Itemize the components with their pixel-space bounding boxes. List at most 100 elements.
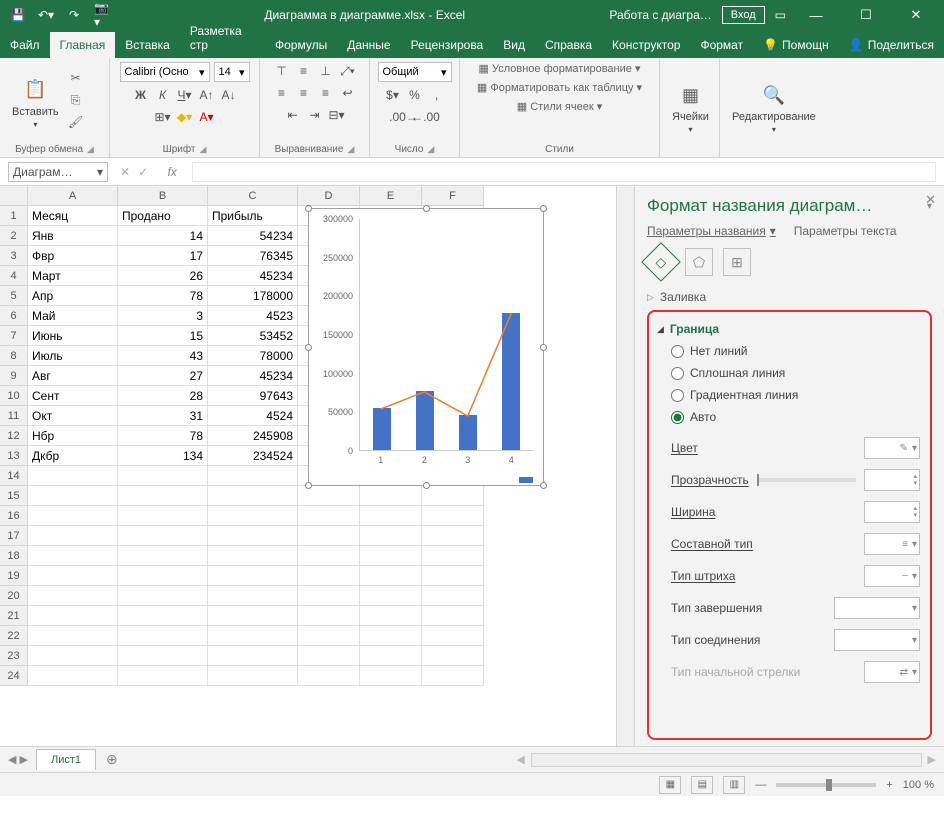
zoom-slider[interactable] bbox=[776, 783, 876, 787]
cell[interactable] bbox=[28, 586, 118, 606]
cell[interactable] bbox=[28, 546, 118, 566]
fill-line-icon[interactable]: ◇ bbox=[641, 242, 681, 282]
normal-view-icon[interactable]: ▦ bbox=[659, 776, 681, 794]
minimize-button[interactable]: — bbox=[796, 8, 836, 23]
cell[interactable] bbox=[208, 626, 298, 646]
cell[interactable] bbox=[28, 466, 118, 486]
cell[interactable] bbox=[208, 466, 298, 486]
tab-home[interactable]: Главная bbox=[50, 32, 116, 58]
align-center-icon[interactable]: ≡ bbox=[295, 84, 313, 102]
cell[interactable] bbox=[422, 486, 484, 506]
cell-styles-button[interactable]: ▦ Стили ячеек ▾ bbox=[517, 100, 603, 113]
cell[interactable] bbox=[208, 526, 298, 546]
row-header[interactable]: 8 bbox=[0, 346, 28, 366]
cell[interactable] bbox=[118, 626, 208, 646]
tab-view[interactable]: Вид bbox=[493, 32, 535, 58]
font-name-select[interactable]: Calibri (Осно▾ bbox=[120, 62, 210, 82]
row-header[interactable]: 18 bbox=[0, 546, 28, 566]
select-all-corner[interactable] bbox=[0, 186, 28, 206]
dash-select[interactable]: ┄ bbox=[864, 565, 920, 587]
cell[interactable]: Сент bbox=[28, 386, 118, 406]
signin-button[interactable]: Вход bbox=[722, 6, 765, 24]
share-button[interactable]: 👤 Поделиться bbox=[839, 32, 944, 58]
bold-button[interactable]: Ж bbox=[132, 86, 150, 104]
fill-color-button[interactable]: ◆▾ bbox=[176, 108, 194, 126]
cell[interactable]: 17 bbox=[118, 246, 208, 266]
tab-layout[interactable]: Разметка стр bbox=[180, 18, 265, 58]
radio-no-line[interactable]: Нет линий bbox=[671, 344, 920, 358]
row-header[interactable]: 13 bbox=[0, 446, 28, 466]
cells-button[interactable]: ▦Ячейки▾ bbox=[668, 77, 713, 138]
compound-select[interactable]: ≡ bbox=[864, 533, 920, 555]
row-header[interactable]: 24 bbox=[0, 666, 28, 686]
cell[interactable] bbox=[360, 486, 422, 506]
row-header[interactable]: 12 bbox=[0, 426, 28, 446]
cell[interactable]: 3 bbox=[118, 306, 208, 326]
cell[interactable] bbox=[360, 626, 422, 646]
radio-gradient-line[interactable]: Градиентная линия bbox=[671, 388, 920, 402]
cell[interactable] bbox=[28, 526, 118, 546]
cell[interactable]: 78 bbox=[118, 426, 208, 446]
shrink-font-icon[interactable]: A↓ bbox=[220, 86, 238, 104]
cell[interactable]: Продано bbox=[118, 206, 208, 226]
cell[interactable] bbox=[208, 506, 298, 526]
col-header[interactable]: C bbox=[208, 186, 298, 206]
cell[interactable] bbox=[298, 566, 360, 586]
row-header[interactable]: 23 bbox=[0, 646, 28, 666]
tab-format[interactable]: Формат bbox=[690, 32, 753, 58]
cell[interactable] bbox=[360, 606, 422, 626]
embedded-chart[interactable]: 050000100000150000200000250000300000 123… bbox=[308, 208, 544, 486]
row-header[interactable]: 1 bbox=[0, 206, 28, 226]
undo-icon[interactable]: ↶▾ bbox=[38, 7, 54, 23]
cell[interactable]: Месяц bbox=[28, 206, 118, 226]
font-size-select[interactable]: 14▾ bbox=[214, 62, 250, 82]
horizontal-scrollbar[interactable] bbox=[531, 753, 922, 767]
cell[interactable]: 26 bbox=[118, 266, 208, 286]
cancel-formula-icon[interactable]: ✕ bbox=[120, 165, 130, 179]
cell[interactable]: Июль bbox=[28, 346, 118, 366]
cell[interactable] bbox=[28, 626, 118, 646]
cell[interactable]: 4524 bbox=[208, 406, 298, 426]
tellme-button[interactable]: 💡 Помощн bbox=[753, 32, 839, 58]
cell[interactable]: Апр bbox=[28, 286, 118, 306]
row-header[interactable]: 6 bbox=[0, 306, 28, 326]
cell[interactable]: 53452 bbox=[208, 326, 298, 346]
tab-help[interactable]: Справка bbox=[535, 32, 602, 58]
cell[interactable]: 178000 bbox=[208, 286, 298, 306]
section-fill[interactable]: ▷Заливка bbox=[647, 286, 932, 308]
cell[interactable] bbox=[360, 586, 422, 606]
cell[interactable]: 45234 bbox=[208, 366, 298, 386]
cell[interactable] bbox=[422, 566, 484, 586]
orientation-icon[interactable]: ⤢▾ bbox=[339, 62, 357, 80]
cell[interactable] bbox=[422, 586, 484, 606]
percent-icon[interactable]: % bbox=[406, 86, 424, 104]
cell[interactable] bbox=[118, 646, 208, 666]
save-icon[interactable]: 💾 bbox=[10, 7, 26, 23]
cell[interactable] bbox=[422, 506, 484, 526]
width-input[interactable] bbox=[864, 501, 920, 523]
pane-close-icon[interactable]: ✕ bbox=[925, 192, 936, 208]
tab-design[interactable]: Конструктор bbox=[602, 32, 690, 58]
cell[interactable] bbox=[208, 586, 298, 606]
cell[interactable] bbox=[118, 606, 208, 626]
align-top-icon[interactable]: ⊤ bbox=[273, 62, 291, 80]
new-sheet-button[interactable]: ⊕ bbox=[96, 751, 128, 768]
italic-button[interactable]: К bbox=[154, 86, 172, 104]
cell[interactable] bbox=[28, 606, 118, 626]
worksheet[interactable]: 123456789101112131415161718192021222324 … bbox=[0, 186, 616, 746]
ribbon-options-icon[interactable]: ▭ bbox=[775, 8, 786, 22]
cell[interactable]: Май bbox=[28, 306, 118, 326]
cell[interactable] bbox=[422, 606, 484, 626]
size-props-icon[interactable]: ⊞ bbox=[723, 248, 751, 276]
cell[interactable] bbox=[118, 466, 208, 486]
camera-icon[interactable]: 📷▾ bbox=[94, 7, 110, 23]
col-header[interactable]: A bbox=[28, 186, 118, 206]
row-header[interactable]: 22 bbox=[0, 626, 28, 646]
cell[interactable]: Фвр bbox=[28, 246, 118, 266]
cell[interactable] bbox=[208, 666, 298, 686]
cell[interactable]: Июнь bbox=[28, 326, 118, 346]
cell[interactable] bbox=[118, 566, 208, 586]
cell[interactable] bbox=[208, 646, 298, 666]
cell[interactable] bbox=[360, 646, 422, 666]
cell[interactable] bbox=[298, 626, 360, 646]
